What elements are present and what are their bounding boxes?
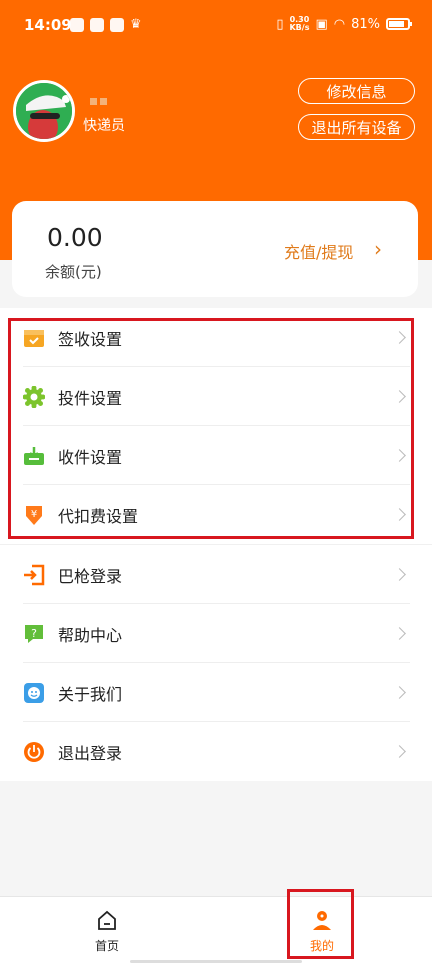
status-right: ▯ 0.30 KB/s ▣ ◠ 81%: [276, 15, 412, 32]
status-bar: 14:09 ♛ ▯ 0.30 KB/s ▣ ◠ 81%: [0, 12, 432, 40]
bottom-nav: 首页 我的: [0, 896, 432, 964]
sim-icon: ▣: [315, 16, 328, 32]
menu-item-label: 关于我们: [58, 684, 123, 704]
net-speed: 0.30 KB/s: [289, 15, 310, 32]
menu-item-label: 退出登录: [58, 743, 123, 763]
crown-notification-icon: ♛: [130, 17, 142, 32]
chevron-right-icon: [393, 745, 406, 758]
smiley-icon: [24, 682, 44, 703]
recharge-withdraw-link[interactable]: 充值/提现: [284, 239, 353, 263]
help-question-icon: ?: [25, 624, 43, 643]
power-icon: [24, 741, 44, 762]
menu-item-help-center[interactable]: ? 帮助中心: [0, 604, 432, 663]
menu-item-label: 帮助中心: [58, 625, 123, 645]
tiktok-notification-icon: [90, 18, 104, 32]
highlight-annotation-box: [287, 889, 354, 959]
menu-item-label: 巴枪登录: [58, 566, 123, 586]
battery-percent: 81%: [351, 16, 380, 32]
menu-item-scanner-login[interactable]: 巴枪登录: [0, 545, 432, 604]
logout-all-devices-button[interactable]: 退出所有设备: [298, 114, 415, 140]
nav-tab-label: 首页: [94, 939, 119, 953]
app-notification-icon: [70, 18, 84, 32]
chevron-right-icon: [393, 568, 406, 581]
mail-notification-icon: [110, 18, 124, 32]
home-indicator[interactable]: [130, 960, 302, 963]
highlight-annotation-box: [8, 318, 414, 539]
chevron-right-icon: [393, 627, 406, 640]
wifi-icon: ◠: [333, 16, 346, 32]
avatar[interactable]: [13, 80, 75, 142]
balance-amount: 0.00: [47, 223, 103, 252]
user-role: 快递员: [83, 118, 125, 134]
chevron-right-icon: [393, 686, 406, 699]
menu-item-logout[interactable]: 退出登录: [0, 722, 432, 781]
menu-item-about-us[interactable]: 关于我们: [0, 663, 432, 722]
balance-label: 余额(元): [45, 263, 102, 281]
home-icon: [98, 910, 116, 930]
balance-card: 0.00 余额(元) 充值/提现 ›: [12, 201, 418, 297]
notification-icons: ♛: [70, 18, 142, 32]
vibrate-icon: ▯: [276, 16, 284, 32]
battery-icon: [386, 18, 412, 30]
login-arrow-icon: [24, 564, 45, 585]
svg-text:?: ?: [31, 627, 37, 640]
nav-tab-home[interactable]: 首页: [80, 907, 134, 957]
chevron-right-icon[interactable]: ›: [374, 237, 382, 261]
courier-avatar-icon: [16, 83, 72, 139]
status-time: 14:09: [24, 16, 72, 34]
edit-info-button[interactable]: 修改信息: [298, 78, 415, 104]
username-masked: [90, 98, 107, 105]
